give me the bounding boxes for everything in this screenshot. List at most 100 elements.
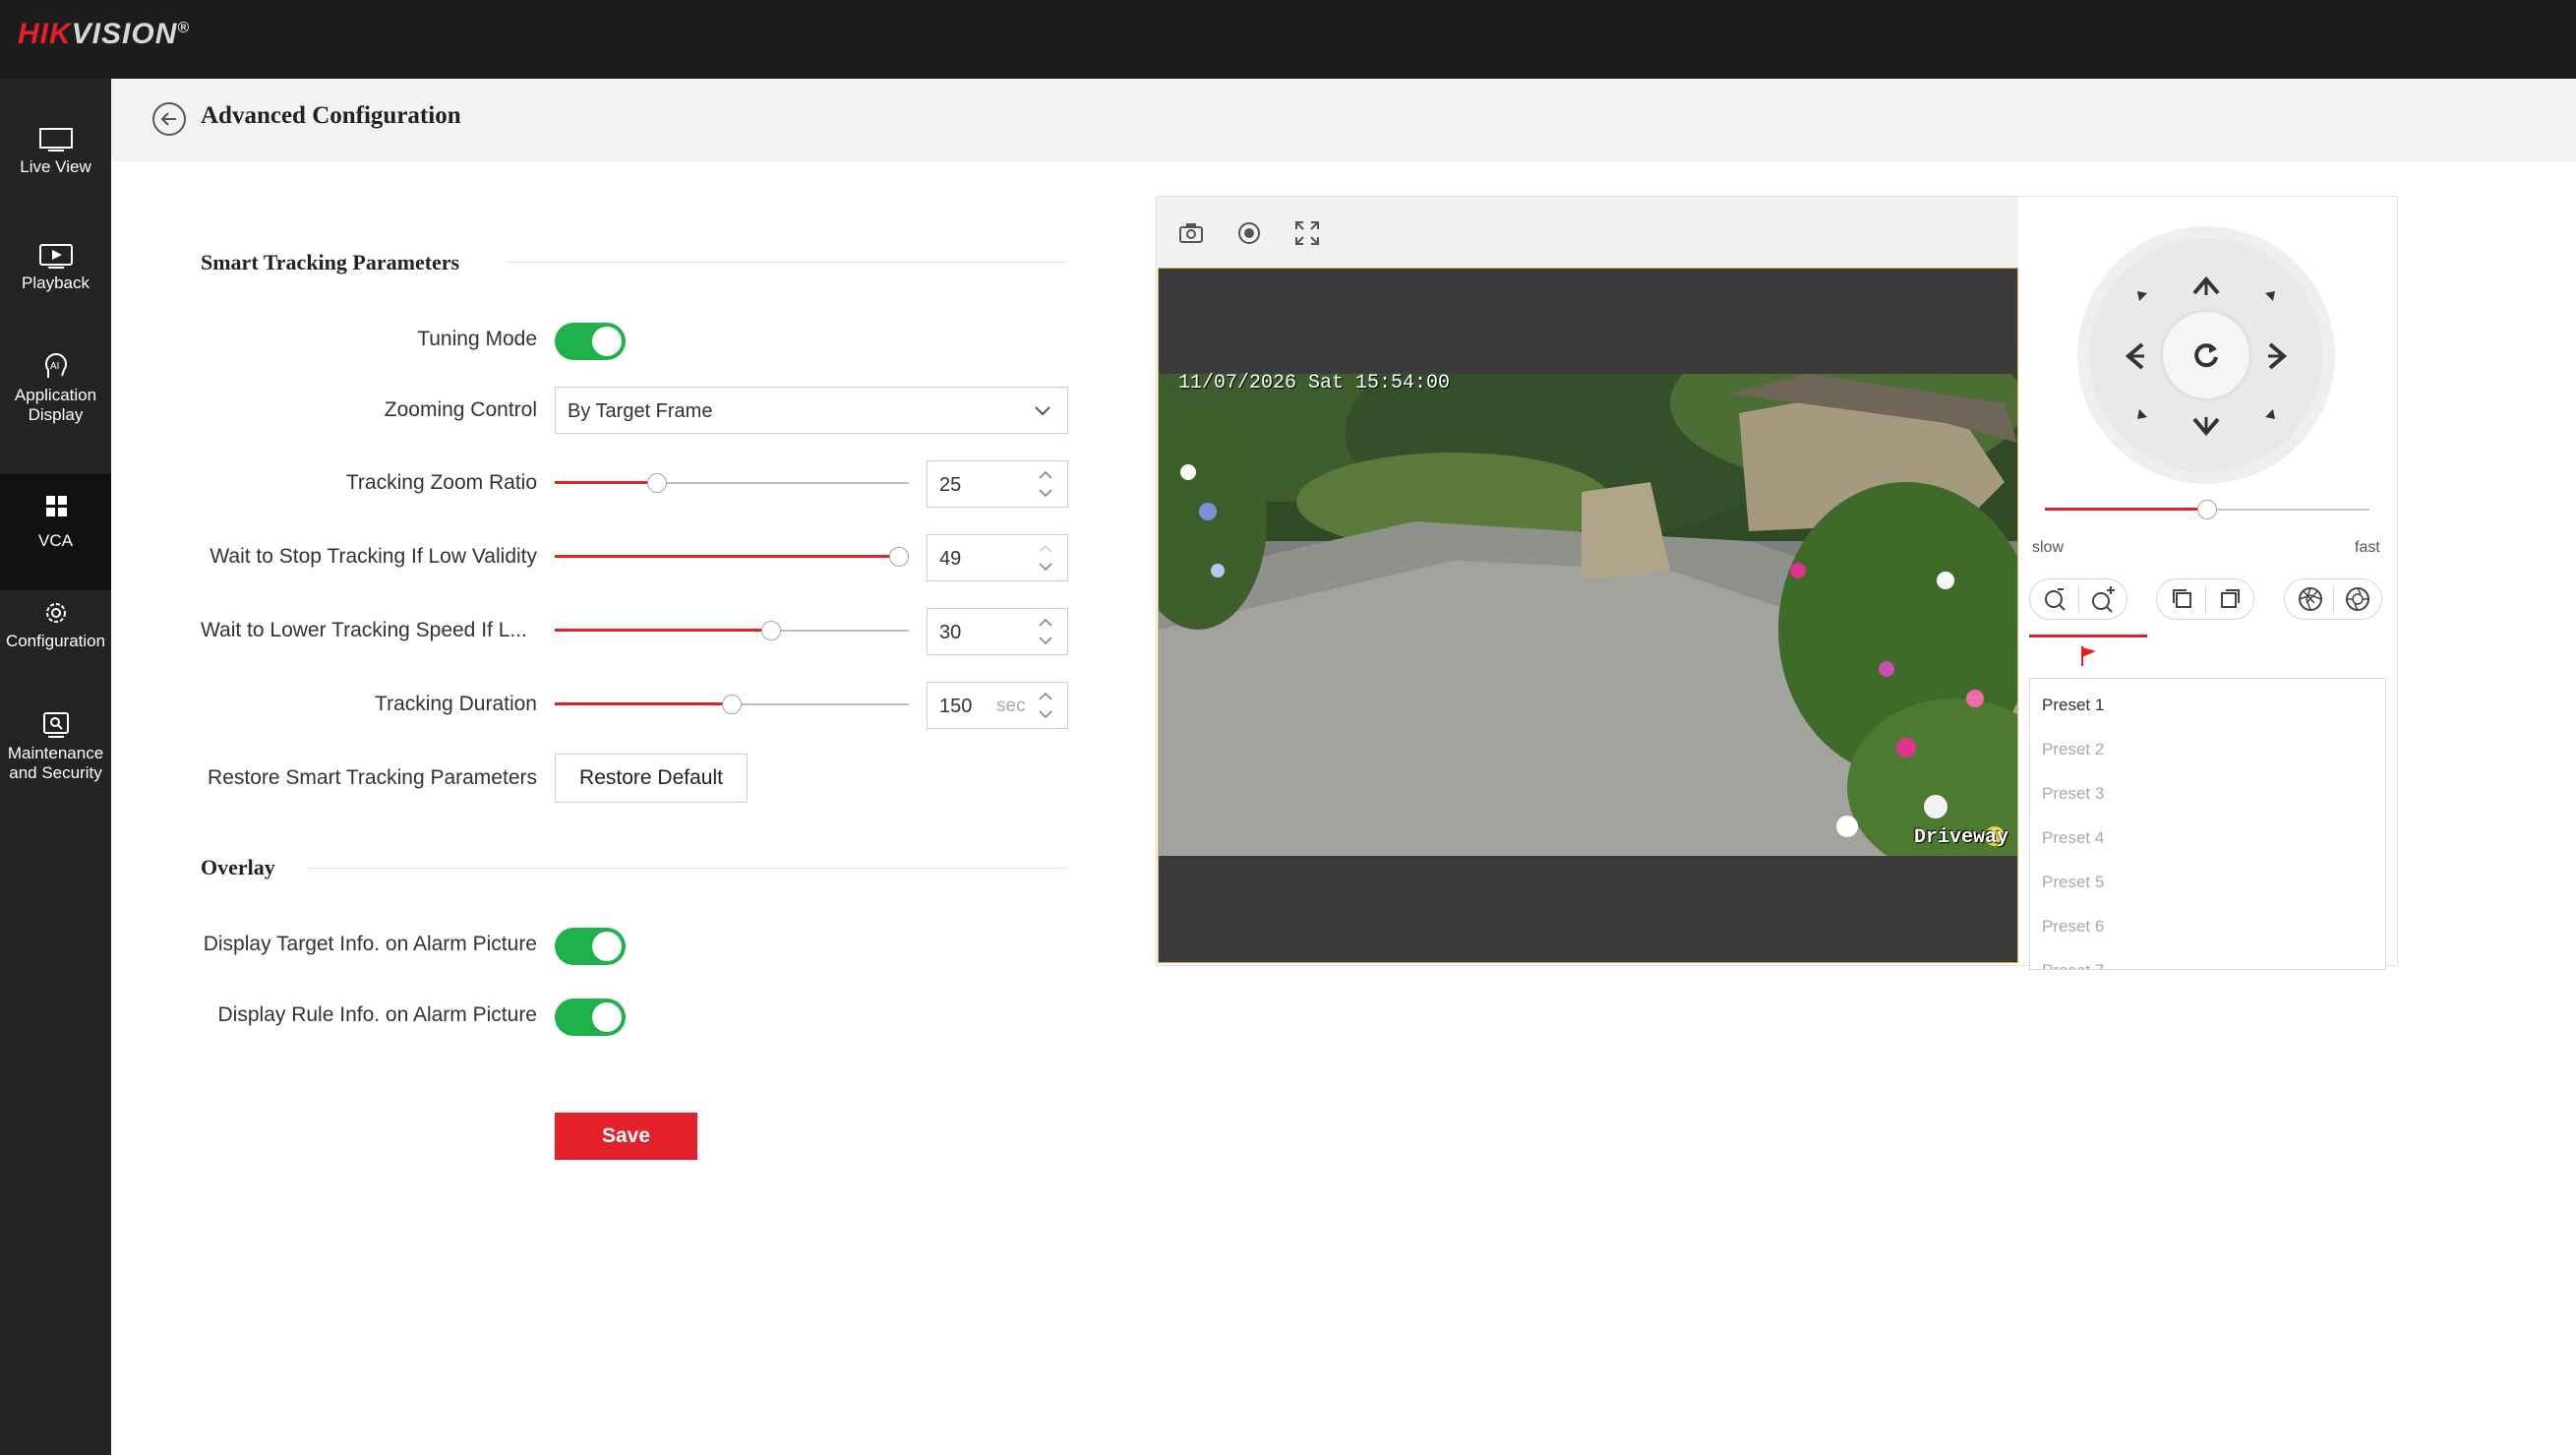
chevron-down-icon	[1035, 406, 1050, 416]
save-button[interactable]: Save	[555, 1113, 697, 1160]
camera-scene-image	[1159, 374, 2017, 856]
focus-near-icon[interactable]	[2159, 579, 2206, 619]
sidebar-item-configuration[interactable]: Configuration	[0, 598, 111, 714]
top-bar	[0, 0, 2576, 79]
zoom-group	[2029, 578, 2127, 620]
tracking-zoom-ratio-input[interactable]: 25	[927, 460, 1068, 508]
gear-icon	[45, 603, 66, 623]
ptz-speed-slider[interactable]	[2045, 495, 2369, 524]
rule-info-toggle[interactable]	[555, 999, 626, 1036]
maintenance-icon	[42, 712, 69, 738]
spinner-arrows-icon[interactable]	[1038, 543, 1053, 573]
iris-open-icon[interactable]	[2334, 579, 2381, 619]
slider-thumb[interactable]	[889, 547, 909, 567]
sidebar-item-application-display[interactable]: AI Application Display	[0, 352, 111, 468]
spinner-arrows-icon[interactable]	[1038, 469, 1053, 499]
preset-item[interactable]: Preset 5	[2042, 873, 2104, 892]
preview-toolbar	[1157, 197, 2018, 268]
tracking-duration-slider[interactable]	[555, 690, 909, 719]
sidebar: Live View Playback AI Application Displa…	[0, 79, 111, 1455]
arrow-down-icon[interactable]	[2185, 403, 2228, 447]
sidebar-item-label: Playback	[22, 273, 90, 292]
preset-tab[interactable]	[2029, 635, 2147, 678]
page-header	[111, 79, 2576, 161]
iris-close-icon[interactable]	[2287, 579, 2334, 619]
wait-lower-label: Wait to Lower Tracking Speed If L...	[201, 619, 527, 641]
tracking-duration-input[interactable]: 150 sec	[927, 682, 1068, 729]
arrow-up-icon[interactable]	[2185, 266, 2228, 309]
sidebar-item-label: Live View	[20, 157, 91, 176]
preset-item[interactable]: Preset 4	[2042, 828, 2104, 848]
arrow-up-left-icon[interactable]	[2131, 285, 2155, 309]
sidebar-item-playback[interactable]: Playback	[0, 242, 111, 358]
slider-thumb[interactable]	[647, 473, 667, 493]
section-title-smart-tracking: Smart Tracking Parameters	[201, 250, 460, 274]
restore-default-button[interactable]: Restore Default	[555, 754, 748, 803]
spinner-arrows-icon[interactable]	[1038, 617, 1053, 646]
sidebar-item-label: Configuration	[5, 632, 106, 650]
preset-list: Preset 1 Preset 2 Preset 3 Preset 4 Pres…	[2029, 678, 2386, 970]
focus-group	[2156, 578, 2254, 620]
sidebar-item-label: Maintenance	[7, 744, 104, 762]
sidebar-item-label: VCA	[38, 531, 73, 550]
section-divider	[508, 262, 1068, 263]
sidebar-item-vca[interactable]: VCA	[0, 474, 111, 590]
speed-fast-label: fast	[2355, 539, 2380, 556]
preset-item[interactable]: Preset 2	[2042, 740, 2104, 759]
target-info-label: Display Target Info. on Alarm Picture	[203, 933, 537, 955]
tuning-mode-toggle[interactable]	[555, 323, 626, 360]
wait-stop-label: Wait to Stop Tracking If Low Validity	[210, 545, 537, 568]
record-icon[interactable]	[1234, 218, 1264, 248]
back-arrow-icon	[160, 112, 176, 126]
wait-stop-input[interactable]: 49	[927, 534, 1068, 581]
arrow-down-left-icon[interactable]	[2131, 401, 2155, 425]
monitor-icon	[38, 128, 73, 152]
fullscreen-icon[interactable]	[1292, 218, 1322, 248]
preset-item[interactable]: Preset 7	[2042, 961, 2104, 969]
wait-stop-slider[interactable]	[555, 542, 909, 572]
zooming-control-select[interactable]: By Target Frame	[555, 387, 1068, 434]
arrow-down-right-icon[interactable]	[2257, 401, 2281, 425]
zoom-out-icon[interactable]	[2032, 579, 2079, 619]
slider-thumb[interactable]	[761, 621, 781, 640]
ai-icon: AI	[44, 353, 67, 378]
wait-lower-value: 30	[939, 622, 962, 643]
osd-timestamp: 11/07/2026 Sat 15:54:00	[1178, 372, 1451, 394]
ptz-direction-pad	[2077, 226, 2335, 484]
wait-lower-slider[interactable]	[555, 616, 909, 645]
tracking-zoom-ratio-value: 25	[939, 474, 962, 496]
svg-text:AI: AI	[50, 361, 59, 372]
tracking-duration-unit: sec	[996, 696, 1026, 716]
focus-far-icon[interactable]	[2206, 579, 2253, 619]
sidebar-item-label: and Security	[9, 763, 102, 782]
preset-item[interactable]: Preset 1	[2042, 696, 2104, 715]
arrow-up-right-icon[interactable]	[2257, 285, 2281, 309]
spinner-arrows-icon[interactable]	[1038, 691, 1053, 720]
tracking-zoom-ratio-slider[interactable]	[555, 468, 909, 498]
tracking-duration-value: 150	[939, 696, 973, 717]
sidebar-item-maintenance[interactable]: Maintenance and Security	[0, 710, 111, 826]
preset-item[interactable]: Preset 3	[2042, 784, 2104, 804]
camera-icon[interactable]	[1176, 218, 1206, 248]
playback-icon	[38, 244, 73, 269]
zoom-in-icon[interactable]	[2079, 579, 2127, 619]
page-title: Advanced Configuration	[201, 102, 461, 129]
wait-lower-input[interactable]: 30	[927, 608, 1068, 655]
preset-item[interactable]: Preset 6	[2042, 917, 2104, 937]
slider-thumb[interactable]	[2197, 500, 2217, 519]
speed-slow-label: slow	[2032, 539, 2065, 556]
tuning-mode-label: Tuning Mode	[417, 328, 537, 350]
slider-thumb[interactable]	[722, 695, 742, 714]
zooming-control-value: By Target Frame	[568, 400, 713, 422]
flag-icon	[2081, 646, 2096, 666]
tracking-zoom-ratio-label: Tracking Zoom Ratio	[345, 471, 537, 494]
back-button[interactable]	[152, 102, 186, 136]
tracking-duration-label: Tracking Duration	[375, 693, 537, 715]
target-info-toggle[interactable]	[555, 928, 626, 965]
hikvision-logo: HIKVISION®	[18, 18, 191, 50]
sidebar-item-live-view[interactable]: Live View	[0, 126, 111, 242]
sidebar-item-label: Display	[28, 405, 84, 424]
arrow-left-icon[interactable]	[2115, 334, 2158, 378]
arrow-right-icon[interactable]	[2254, 334, 2298, 378]
auto-rotate-icon[interactable]	[2187, 335, 2226, 375]
